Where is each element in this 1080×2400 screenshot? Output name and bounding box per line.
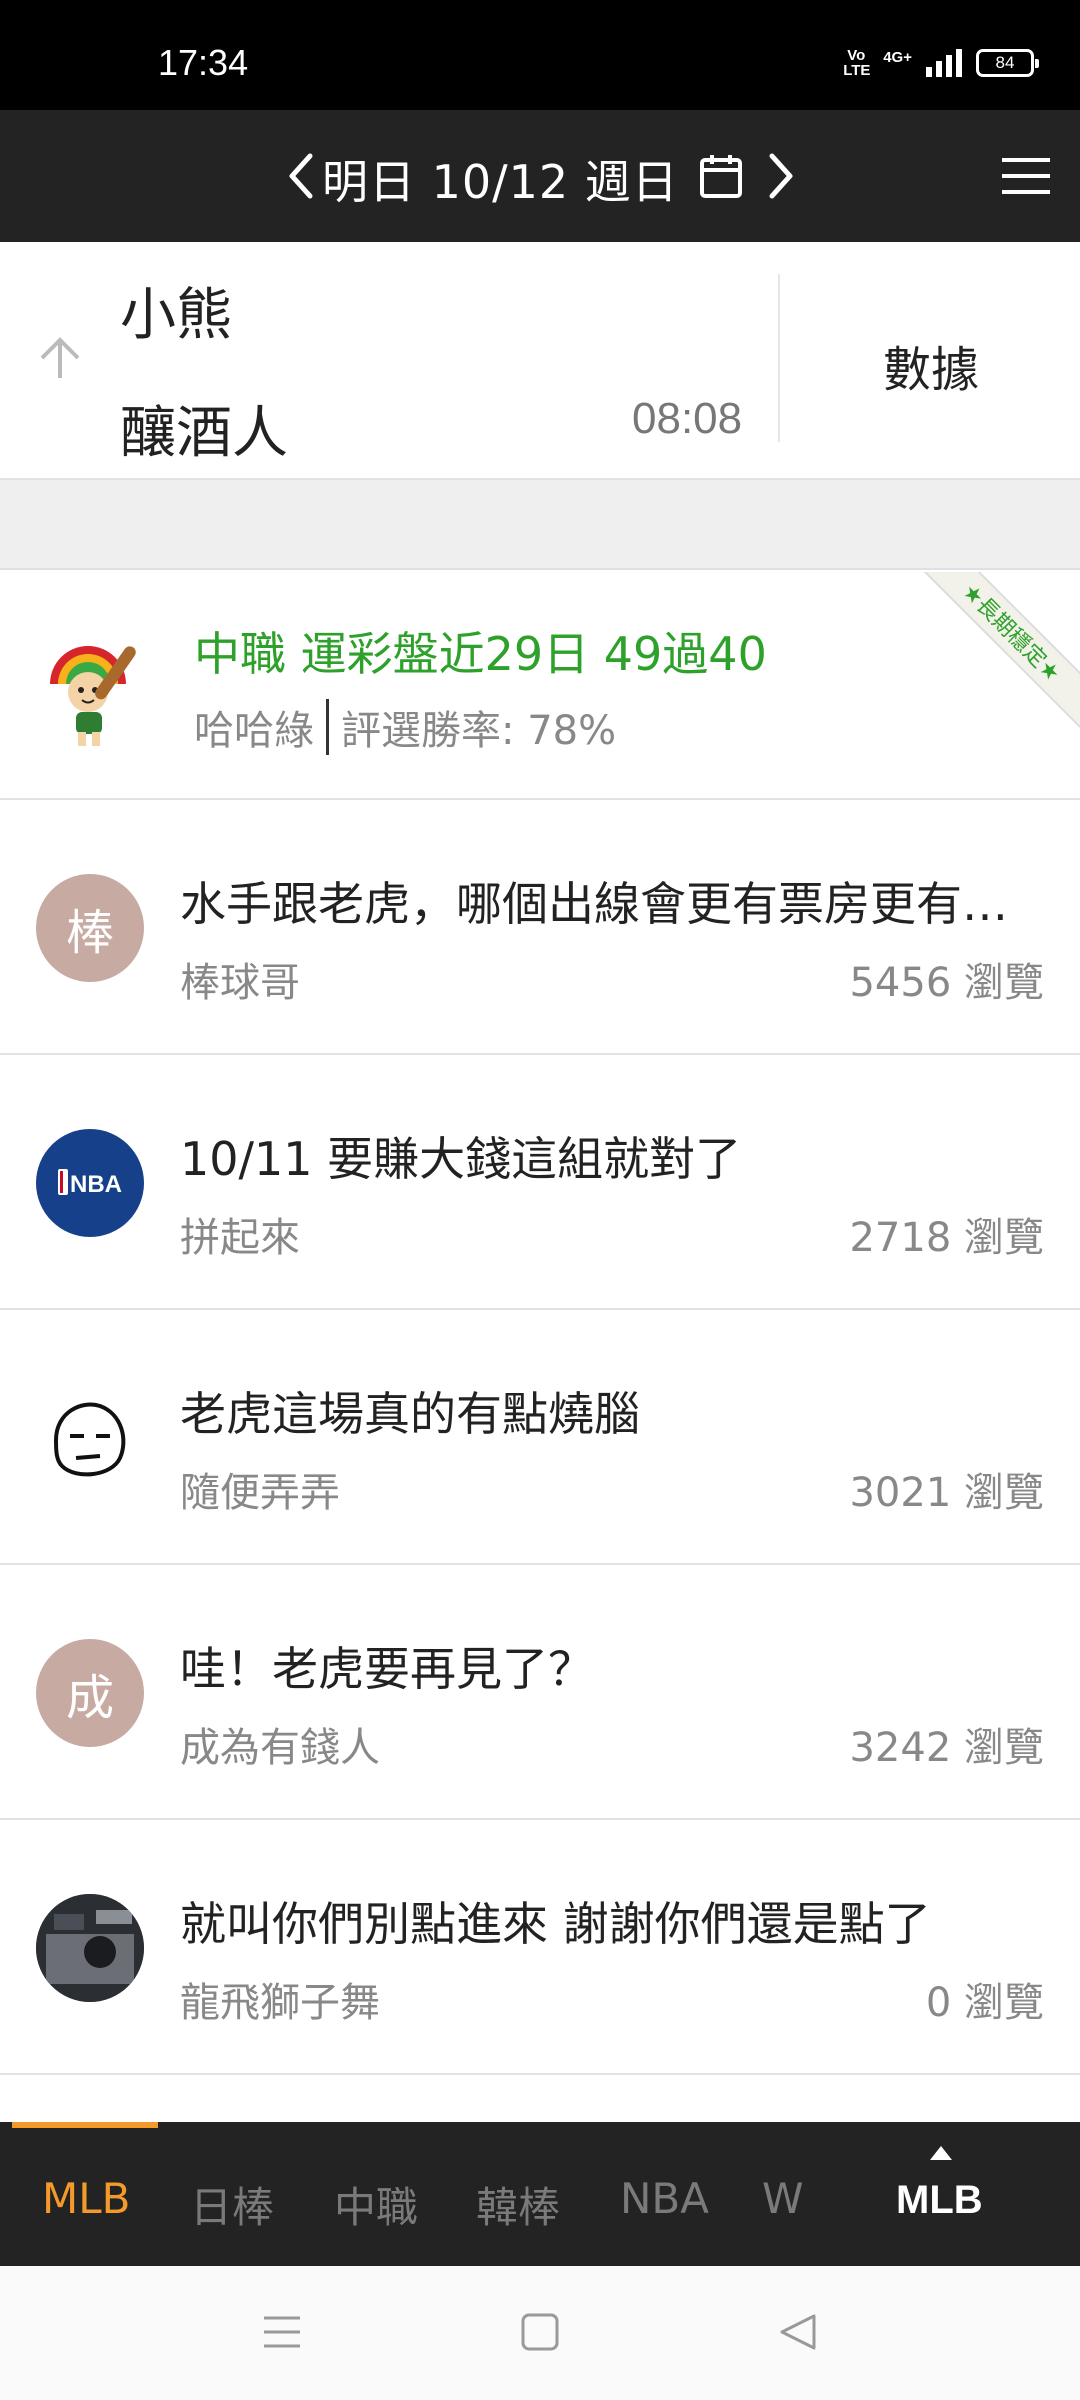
post-views: 5456 瀏覽 — [849, 960, 1044, 1006]
chevron-right-icon[interactable] — [766, 150, 796, 202]
clock: 17:34 — [158, 42, 249, 83]
post-author: 拼起來 — [180, 1215, 300, 1261]
tab-npb[interactable]: 日棒 — [190, 2174, 274, 2235]
mascot-avatar-icon — [50, 646, 136, 746]
home-icon[interactable] — [518, 2310, 562, 2354]
tab-w[interactable]: W — [762, 2174, 804, 2223]
battery-level: 84 — [995, 53, 1015, 72]
post-views: 2718 瀏覽 — [849, 1215, 1044, 1261]
post-author: 棒球哥 — [180, 960, 300, 1006]
volte-icon: Vo LTE — [843, 47, 871, 79]
team-home: 釀酒人 — [120, 401, 288, 466]
post-author: 隨便弄弄 — [180, 1470, 340, 1516]
nba-logo-text: NBA — [70, 1171, 122, 1198]
avatar: 棒 — [36, 874, 144, 982]
post-list: 棒 水手跟老虎，哪個出線會更有票房更有話題 棒球哥 5456 瀏覽 NBA 10… — [0, 800, 1080, 2075]
post-title: 10/11 要賺大錢這組就對了 — [180, 1132, 742, 1186]
list-item[interactable]: NBA 10/11 要賺大錢這組就對了 拼起來 2718 瀏覽 — [0, 1055, 1080, 1310]
list-item[interactable]: 成 哇！老虎要再見了？ 成為有錢人 3242 瀏覽 — [0, 1565, 1080, 1820]
post-title: 水手跟老虎，哪個出線會更有票房更有話題 — [180, 877, 1050, 931]
date-title[interactable]: 明日 10/12 週日 — [322, 146, 679, 212]
tab-kbo[interactable]: 韓棒 — [476, 2174, 560, 2235]
tab-mlb[interactable]: MLB — [42, 2174, 130, 2223]
avatar: 成 — [36, 1639, 144, 1747]
promo-subtitle: 哈哈綠 評選勝率: 78% — [194, 698, 616, 756]
separator — [326, 699, 329, 755]
team-away: 小熊 — [120, 283, 232, 348]
hamburger-menu-icon[interactable] — [1000, 156, 1052, 196]
list-item[interactable]: 棒 水手跟老虎，哪個出線會更有票房更有話題 棒球哥 5456 瀏覽 — [0, 800, 1080, 1055]
stable-ribbon-badge: ★長期穩定★ — [913, 572, 1080, 731]
photo-avatar — [36, 1894, 144, 2002]
network-type: 4G+ — [883, 48, 912, 66]
post-views: 3242 瀏覽 — [849, 1725, 1044, 1771]
post-author: 成為有錢人 — [180, 1725, 380, 1771]
promo-title: 中職 運彩盤近29日 49過40 — [194, 627, 767, 681]
game-time: 08:08 — [632, 394, 743, 443]
calendar-icon[interactable] — [698, 152, 744, 200]
list-item[interactable]: 老虎這場真的有點燒腦 隨便弄弄 3021 瀏覽 — [0, 1310, 1080, 1565]
battery-icon: 84 — [976, 49, 1039, 77]
system-icons: Vo LTE 4G+ 84 — [843, 47, 1039, 79]
system-navigation-bar — [0, 2266, 1080, 2400]
face-avatar — [36, 1384, 144, 1492]
post-title: 哇！老虎要再見了？ — [180, 1642, 594, 1696]
expert-promo-card[interactable]: 中職 運彩盤近29日 49過40 哈哈綠 評選勝率: 78% ★長期穩定★ — [0, 572, 1080, 800]
status-bar: 17:34 Vo LTE 4G+ 84 — [0, 0, 1080, 110]
league-switch-label: MLB — [896, 2178, 983, 2222]
post-title: 就叫你們別點進來 謝謝你們還是點了 — [180, 1897, 931, 1951]
section-spacer — [0, 480, 1080, 570]
post-title: 老虎這場真的有點燒腦 — [180, 1387, 640, 1441]
game-row[interactable]: 小熊 釀酒人 08:08 數據 — [0, 242, 1080, 480]
stats-button[interactable]: 數據 — [782, 330, 1080, 400]
caret-up-icon — [930, 2146, 952, 2160]
league-switch-button[interactable]: MLB — [880, 2138, 1000, 2258]
date-header: 明日 10/12 週日 — [0, 110, 1080, 242]
signal-icon — [926, 49, 962, 77]
post-views: 3021 瀏覽 — [849, 1470, 1044, 1516]
win-rate: 評選勝率: 78% — [341, 708, 617, 754]
photo-thumbnail-icon — [36, 1894, 144, 2002]
arrow-up-icon[interactable] — [36, 334, 84, 382]
list-item[interactable]: 就叫你們別點進來 謝謝你們還是點了 龍飛獅子舞 0 瀏覽 — [0, 1820, 1080, 2075]
nba-logo-icon: NBA — [58, 1169, 122, 1198]
nba-logo-avatar: NBA — [36, 1129, 144, 1237]
meh-face-icon — [53, 1402, 126, 1477]
active-tab-indicator — [12, 2122, 158, 2128]
chevron-left-icon[interactable] — [286, 150, 316, 202]
tab-cpbl[interactable]: 中職 — [334, 2174, 418, 2235]
tab-nba[interactable]: NBA — [620, 2174, 709, 2223]
recent-apps-icon[interactable] — [260, 2310, 304, 2354]
post-author: 龍飛獅子舞 — [180, 1980, 380, 2026]
expert-name: 哈哈綠 — [194, 708, 314, 754]
post-views: 0 瀏覽 — [925, 1980, 1044, 2026]
divider — [778, 274, 780, 442]
league-tab-bar: MLB 日棒 中職 韓棒 NBA W MLB — [0, 2122, 1080, 2266]
back-icon[interactable] — [776, 2310, 820, 2354]
